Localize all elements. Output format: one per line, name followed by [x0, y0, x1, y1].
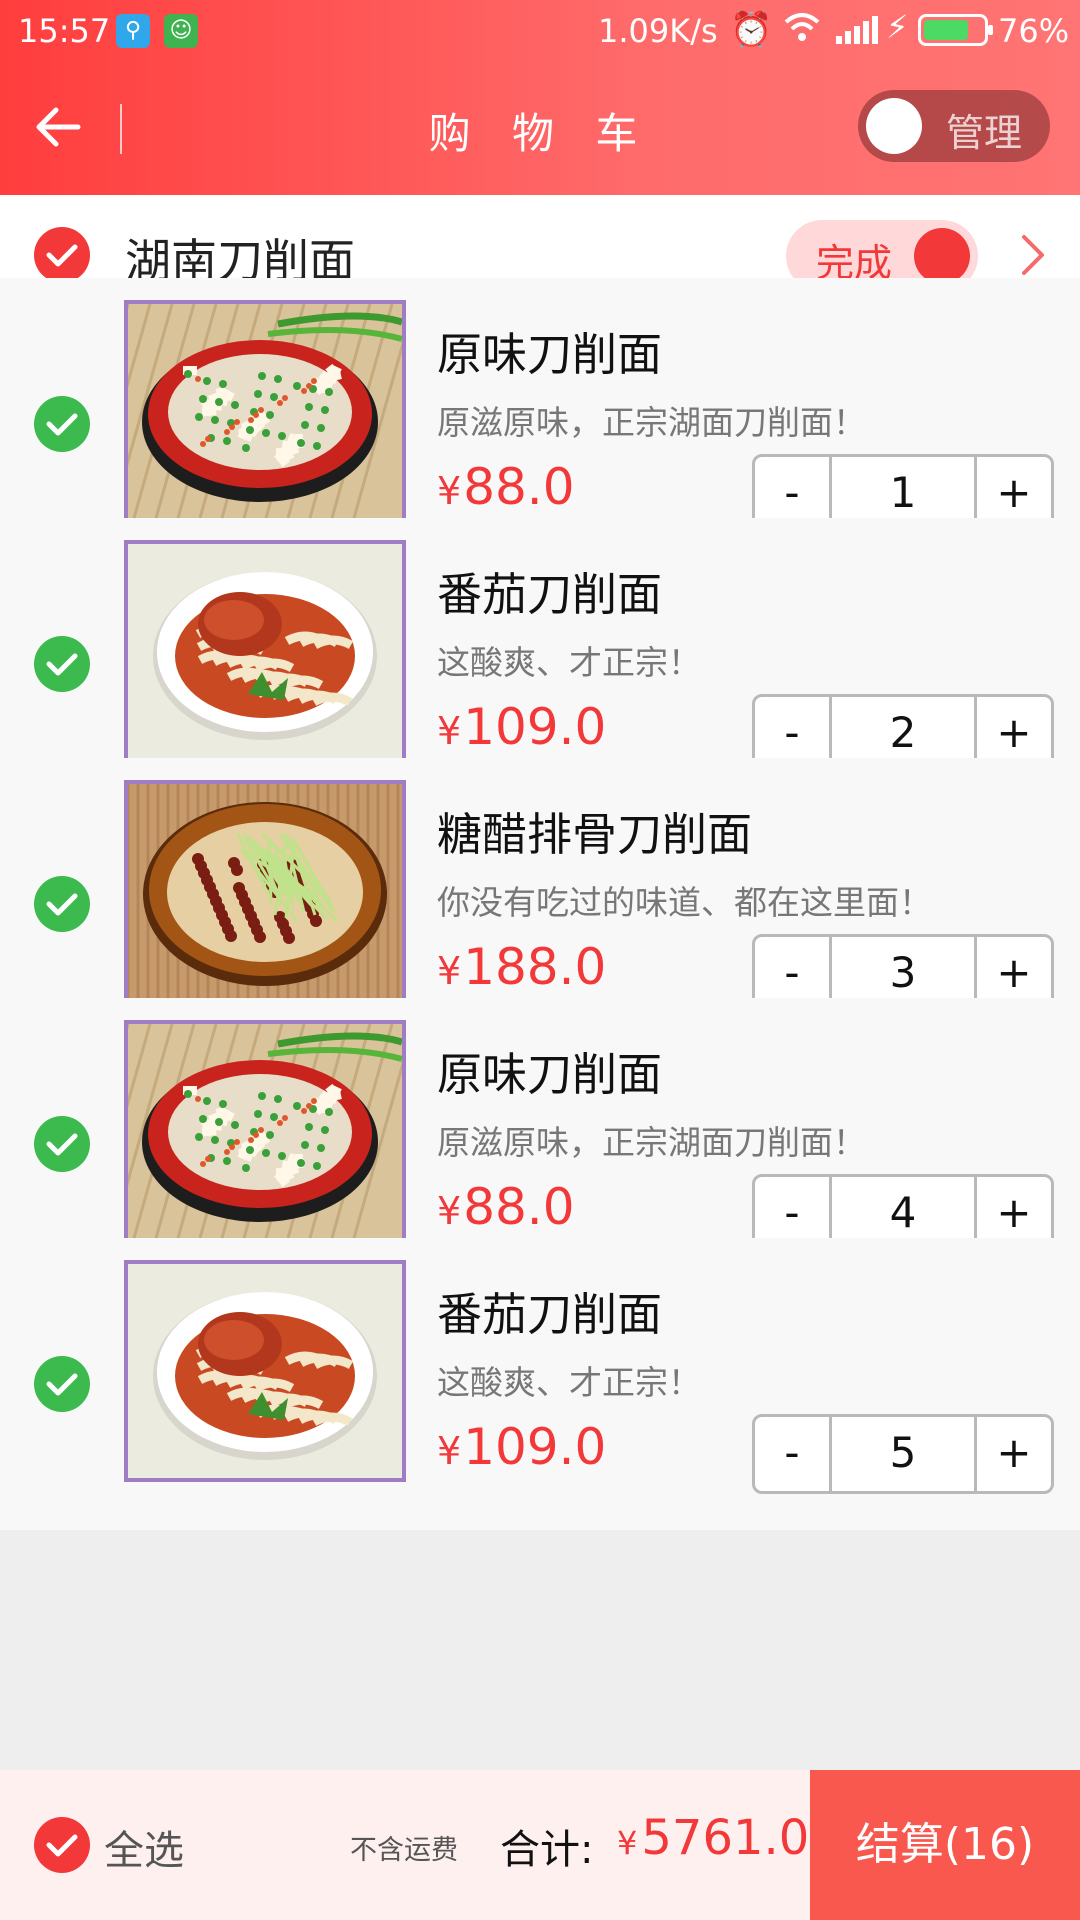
- food-photo: [128, 784, 402, 998]
- item-name: 番茄刀削面: [437, 1288, 663, 1341]
- wifi-icon: [782, 10, 822, 52]
- notification-app-icon: ☺: [164, 14, 198, 48]
- battery-percent: 76%: [998, 12, 1070, 50]
- item-description: 原滋原味，正宗湖面刀削面！: [437, 403, 866, 442]
- signal-icon: [836, 16, 880, 44]
- item-price: ¥109.0: [437, 698, 606, 756]
- item-description: 这酸爽、才正宗！: [437, 1363, 701, 1402]
- store-chevron-button[interactable]: [1012, 229, 1052, 281]
- item-checkbox[interactable]: [34, 1356, 90, 1412]
- food-photo: [128, 1024, 402, 1238]
- item-name: 番茄刀削面: [437, 568, 663, 621]
- item-name: 糖醋排骨刀削面: [437, 808, 753, 861]
- currency-symbol: ¥: [617, 1824, 638, 1862]
- currency-symbol: ¥: [437, 1189, 462, 1233]
- item-price-value: 109.0: [463, 1418, 607, 1476]
- item-checkbox[interactable]: [34, 396, 90, 452]
- currency-symbol: ¥: [437, 1429, 462, 1473]
- item-thumbnail[interactable]: [124, 780, 406, 1002]
- food-photo: [128, 1264, 402, 1478]
- item-thumbnail[interactable]: [124, 1260, 406, 1482]
- increase-button[interactable]: +: [977, 1417, 1051, 1491]
- food-photo: [128, 544, 402, 758]
- toggle-knob: [914, 228, 970, 284]
- checkmark-icon: [46, 893, 78, 916]
- item-price: ¥188.0: [437, 938, 606, 996]
- item-price-value: 88.0: [463, 1178, 575, 1236]
- manage-label: 管理: [946, 111, 1023, 155]
- item-price-value: 188.0: [463, 938, 607, 996]
- store-checkbox[interactable]: [34, 227, 90, 283]
- select-all-checkbox[interactable]: [34, 1817, 90, 1873]
- checkmark-icon: [46, 653, 78, 676]
- currency-symbol: ¥: [437, 469, 462, 513]
- battery-icon: [918, 14, 993, 46]
- chevron-right-icon: [1022, 235, 1044, 275]
- item-thumbnail[interactable]: [124, 1020, 406, 1242]
- total-value: 5761.0: [641, 1810, 810, 1866]
- total-amount: ¥5761.0: [617, 1810, 809, 1866]
- item-price-value: 109.0: [463, 698, 607, 756]
- item-price: ¥109.0: [437, 1418, 606, 1476]
- status-bar: 15:57 ⚲ ☺ 1.09K/s ⏰ ⚡ 76%: [0, 0, 1080, 62]
- total-label: 合计:: [500, 1827, 594, 1873]
- food-photo: [128, 304, 402, 518]
- app-bar: 购 物 车 管理: [0, 62, 1080, 195]
- item-name: 原味刀削面: [437, 1048, 663, 1101]
- item-description: 你没有吃过的味道、都在这里面！: [437, 883, 932, 922]
- cart-item: 番茄刀削面 这酸爽、才正宗！ ¥109.0 - 5 +: [0, 1238, 1080, 1530]
- item-thumbnail[interactable]: [124, 540, 406, 762]
- item-checkbox[interactable]: [34, 1116, 90, 1172]
- checkmark-icon: [46, 244, 78, 267]
- checkout-bar: 全选 不含运费 合计: ¥5761.0 结算(16): [0, 1770, 1080, 1920]
- checkout-button[interactable]: 结算(16): [810, 1770, 1080, 1920]
- manage-toggle[interactable]: 管理: [858, 90, 1050, 162]
- quantity-value[interactable]: 5: [829, 1417, 977, 1491]
- item-checkbox[interactable]: [34, 636, 90, 692]
- select-all-label[interactable]: 全选: [104, 1818, 184, 1876]
- quantity-stepper: - 5 +: [752, 1414, 1054, 1494]
- checkmark-icon: [46, 1373, 78, 1396]
- checkmark-icon: [46, 413, 78, 436]
- checkmark-icon: [46, 1133, 78, 1156]
- checkmark-icon: [46, 1834, 78, 1857]
- item-price: ¥88.0: [437, 1178, 575, 1236]
- item-description: 原滋原味，正宗湖面刀削面！: [437, 1123, 866, 1162]
- decrease-button[interactable]: -: [755, 1417, 829, 1491]
- item-description: 这酸爽、才正宗！: [437, 643, 701, 682]
- alarm-icon: ⏰: [730, 10, 773, 50]
- status-time: 15:57: [18, 12, 111, 50]
- item-name: 原味刀削面: [437, 328, 663, 381]
- toggle-knob: [866, 98, 922, 154]
- item-thumbnail[interactable]: [124, 300, 406, 522]
- currency-symbol: ¥: [437, 949, 462, 993]
- battery-fill: [924, 20, 969, 40]
- currency-symbol: ¥: [437, 709, 462, 753]
- item-price-value: 88.0: [463, 458, 575, 516]
- network-speed: 1.09K/s: [598, 12, 718, 50]
- usb-icon: ⚲: [116, 14, 150, 48]
- item-price: ¥88.0: [437, 458, 575, 516]
- top-bar: 15:57 ⚲ ☺ 1.09K/s ⏰ ⚡ 76% 购 物 车 管理: [0, 0, 1080, 195]
- freight-note: 不含运费: [350, 1835, 458, 1866]
- item-checkbox[interactable]: [34, 876, 90, 932]
- charging-icon: ⚡: [886, 8, 909, 46]
